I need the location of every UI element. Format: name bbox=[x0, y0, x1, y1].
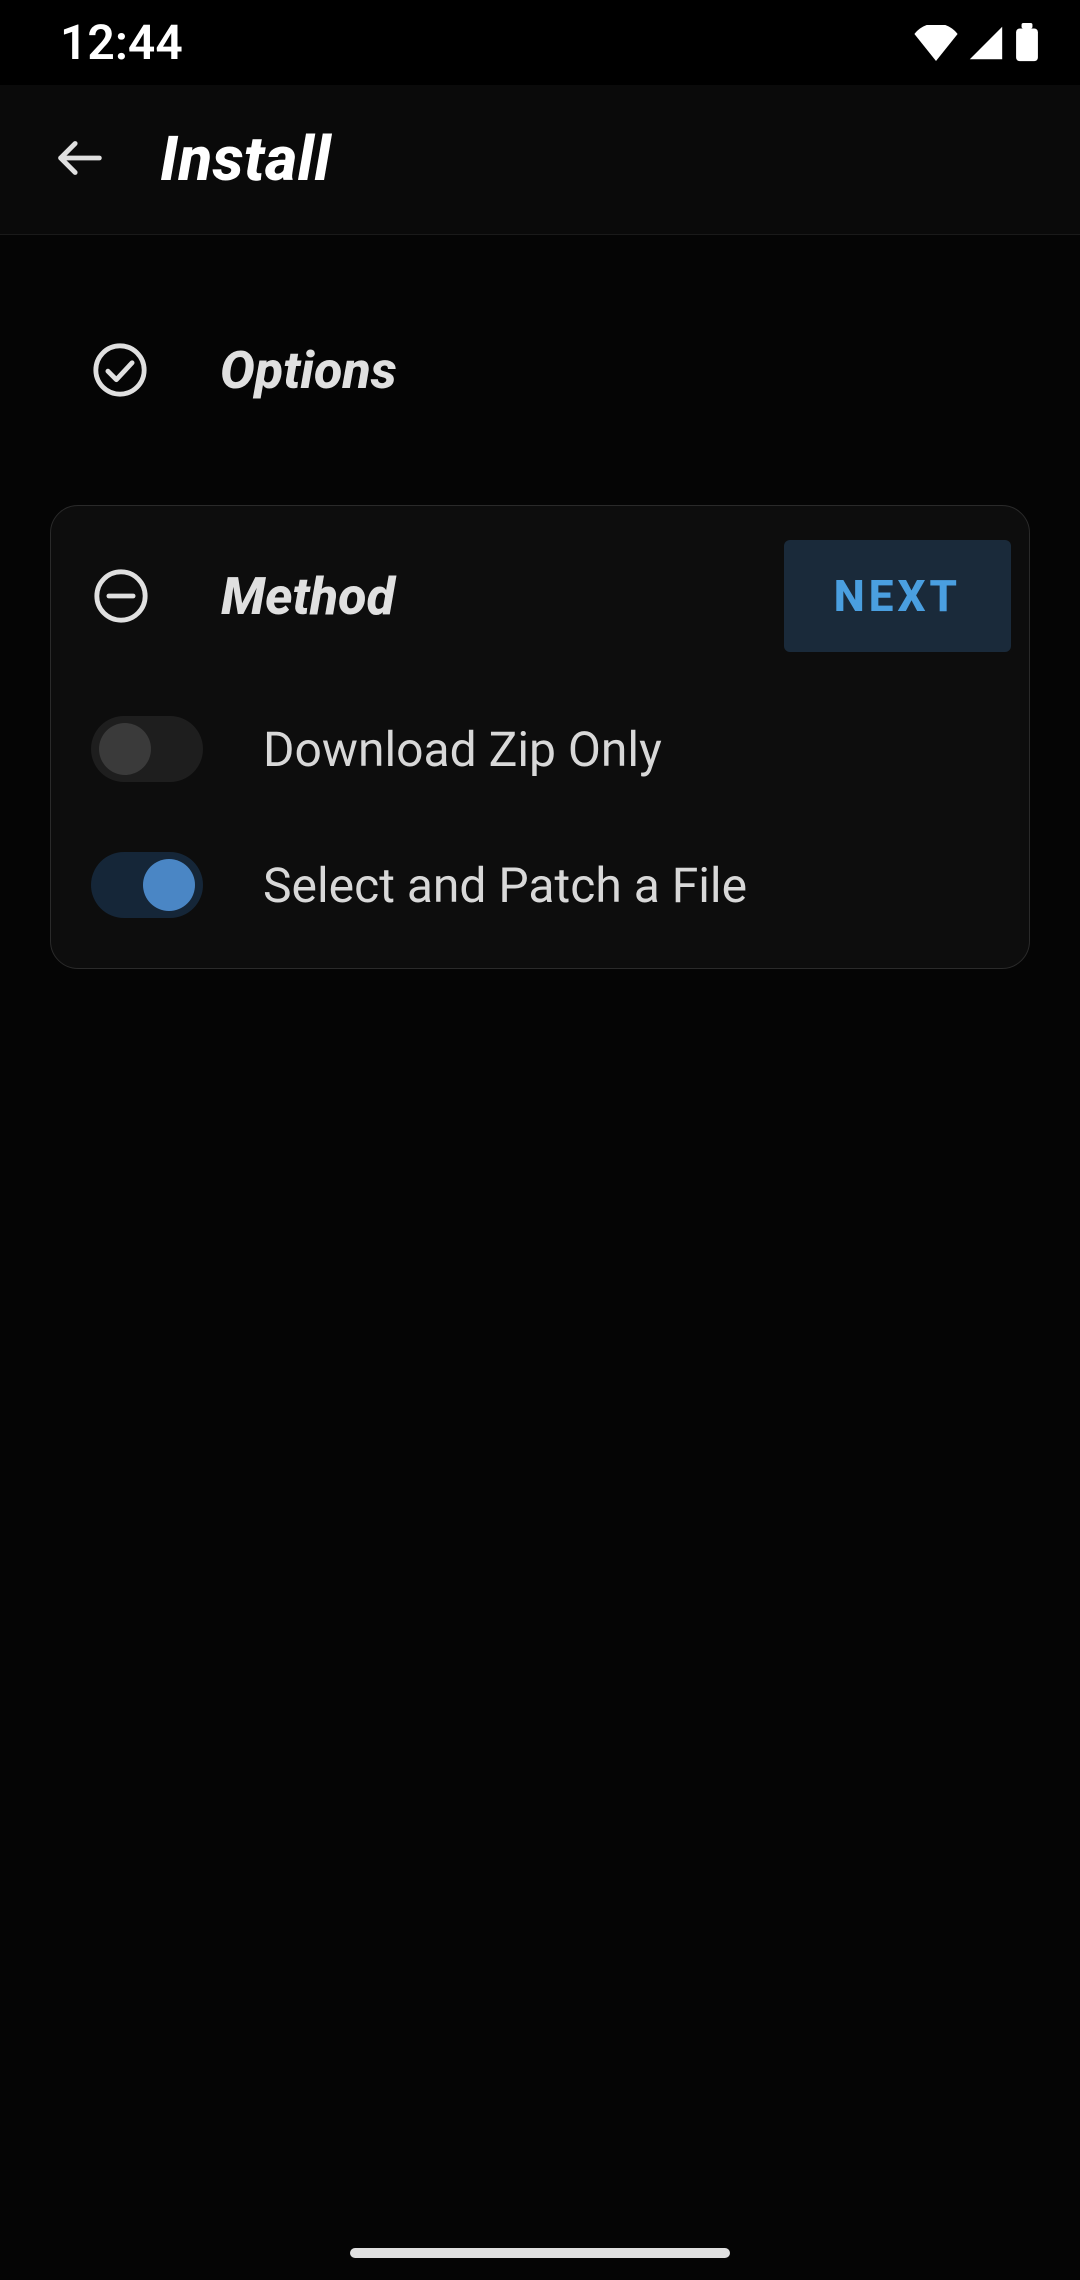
step-options[interactable]: Options bbox=[50, 305, 1030, 435]
toggle-download-zip-only[interactable]: Download Zip Only bbox=[91, 716, 1019, 782]
battery-icon bbox=[1014, 23, 1040, 63]
switch-knob bbox=[99, 723, 151, 775]
toggle-select-and-patch-file[interactable]: Select and Patch a File bbox=[91, 852, 1019, 918]
next-button[interactable]: NEXT bbox=[784, 540, 1011, 652]
switch[interactable] bbox=[91, 852, 203, 918]
statusbar-time: 12:44 bbox=[60, 14, 183, 71]
statusbar: 12:44 bbox=[0, 0, 1080, 85]
gesture-bar[interactable] bbox=[350, 2248, 730, 2258]
toggle-label: Select and Patch a File bbox=[263, 857, 747, 914]
back-button[interactable] bbox=[40, 120, 120, 200]
statusbar-icons bbox=[914, 23, 1040, 63]
step-method-label: Method bbox=[221, 566, 395, 627]
check-circle-icon bbox=[90, 340, 150, 400]
page-title: Install bbox=[160, 123, 331, 196]
cellular-icon bbox=[968, 25, 1004, 61]
method-card: Method NEXT Download Zip Only Select and… bbox=[50, 505, 1030, 969]
step-options-label: Options bbox=[220, 340, 397, 401]
wifi-icon bbox=[914, 25, 958, 61]
next-button-label: NEXT bbox=[834, 570, 961, 622]
switch[interactable] bbox=[91, 716, 203, 782]
switch-knob bbox=[143, 859, 195, 911]
minus-circle-icon bbox=[91, 566, 151, 626]
step-method-header: Method NEXT bbox=[91, 536, 1019, 656]
toggle-label: Download Zip Only bbox=[263, 721, 662, 778]
content: Options Method NEXT Download Zip Only bbox=[0, 235, 1080, 2280]
method-toggle-list: Download Zip Only Select and Patch a Fil… bbox=[91, 716, 1019, 918]
arrow-left-icon bbox=[51, 129, 109, 191]
appbar: Install bbox=[0, 85, 1080, 235]
